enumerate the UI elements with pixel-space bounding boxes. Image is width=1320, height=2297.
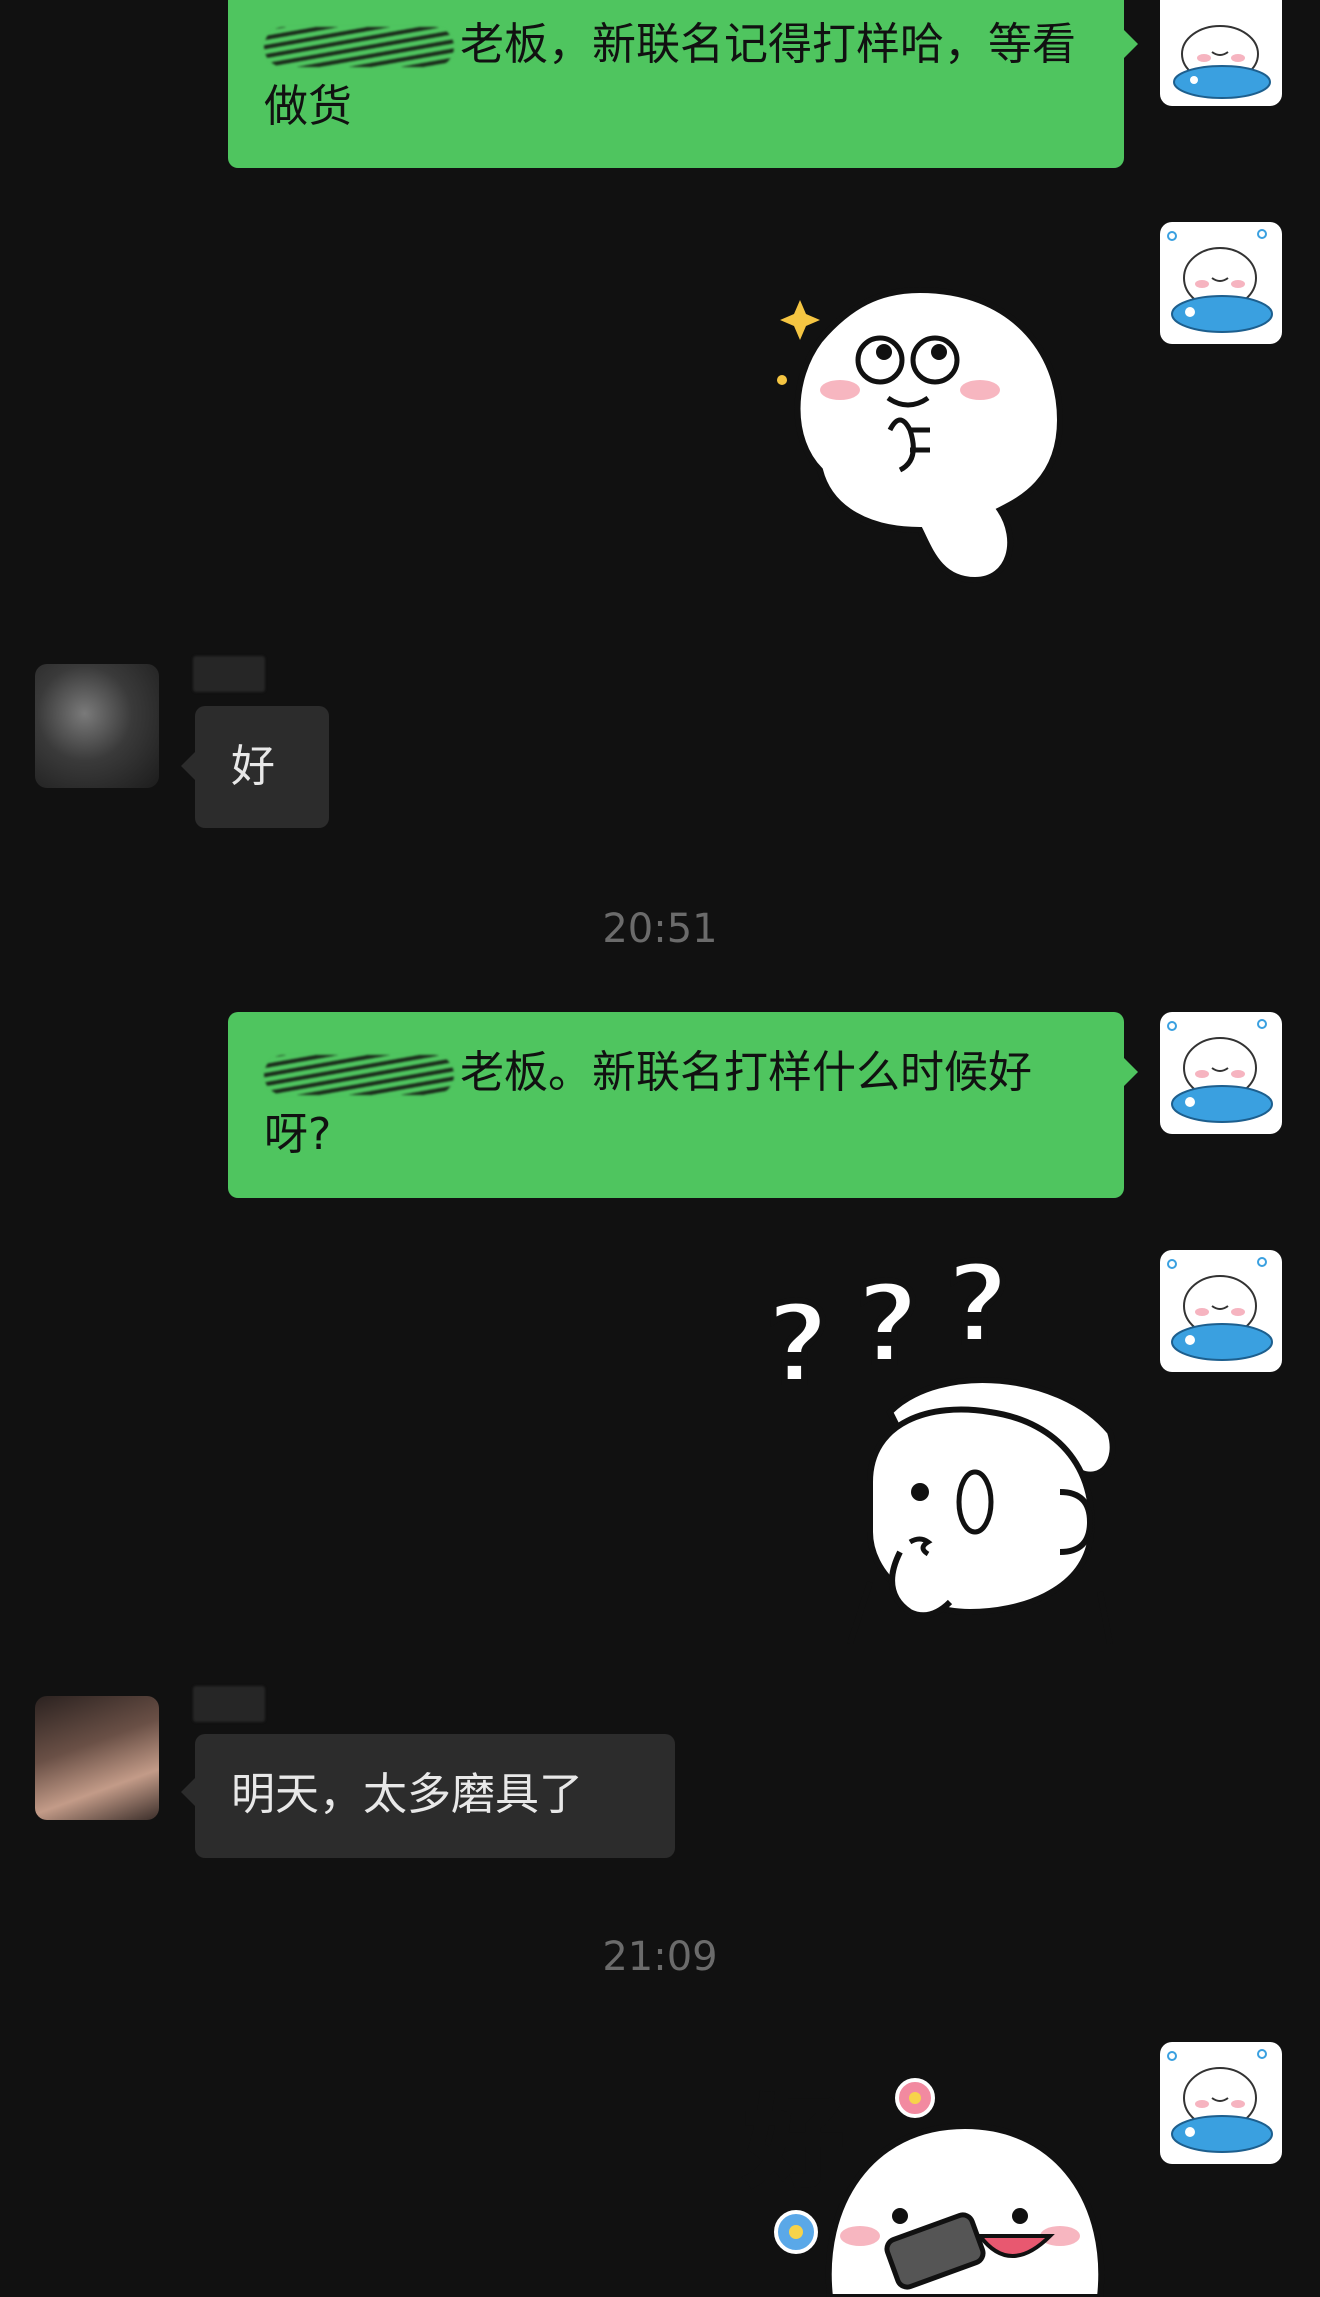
timestamp: 21:09	[602, 1934, 718, 1980]
bubble-tail	[1124, 30, 1138, 58]
my-avatar[interactable]	[1160, 0, 1282, 106]
redacted-name	[264, 27, 454, 67]
my-avatar[interactable]	[1160, 222, 1282, 344]
bun-fish-avatar-icon	[1167, 229, 1273, 333]
bun-fish-avatar-icon	[1167, 1019, 1273, 1123]
bun-fish-avatar-icon	[1167, 2049, 1273, 2153]
message-text: 明天，太多磨具了	[231, 1769, 583, 1820]
bun-ok-phone-sticker[interactable]: 好	[740, 2066, 1120, 2297]
redacted-name	[264, 1055, 454, 1095]
contact-avatar[interactable]	[35, 1696, 159, 1820]
timestamp: 20:51	[602, 906, 718, 952]
contact-avatar[interactable]	[35, 664, 159, 788]
my-message-bubble[interactable]: 老板，新联名记得打样哈，等看做货	[228, 0, 1124, 168]
contact-message-bubble[interactable]: 好	[195, 706, 329, 828]
boy-cap-question-marks-sticker[interactable]: ? ? ?	[760, 1252, 1130, 1644]
bun-fish-avatar-icon	[1167, 1257, 1273, 1361]
bubble-tail	[181, 752, 195, 780]
svg-text:?: ?	[766, 1280, 830, 1408]
bubble-tail	[181, 1778, 195, 1806]
my-avatar[interactable]	[1160, 1012, 1282, 1134]
contact-message-bubble[interactable]: 明天，太多磨具了	[195, 1734, 675, 1858]
contact-name-redacted	[193, 656, 265, 692]
bubble-tail	[1124, 1058, 1138, 1086]
my-avatar[interactable]	[1160, 2042, 1282, 2164]
bun-ghost-praying-sticker[interactable]	[770, 280, 1080, 590]
svg-text:?: ?	[856, 1260, 920, 1388]
bun-fish-avatar-icon	[1173, 25, 1271, 99]
my-avatar[interactable]	[1160, 1250, 1282, 1372]
my-message-bubble[interactable]: 老板。新联名打样什么时候好呀?	[228, 1012, 1124, 1198]
svg-text:?: ?	[946, 1252, 1010, 1368]
message-text: 好	[231, 741, 275, 792]
sticker-text: 好	[745, 2087, 842, 2199]
contact-name-redacted	[193, 1686, 265, 1722]
